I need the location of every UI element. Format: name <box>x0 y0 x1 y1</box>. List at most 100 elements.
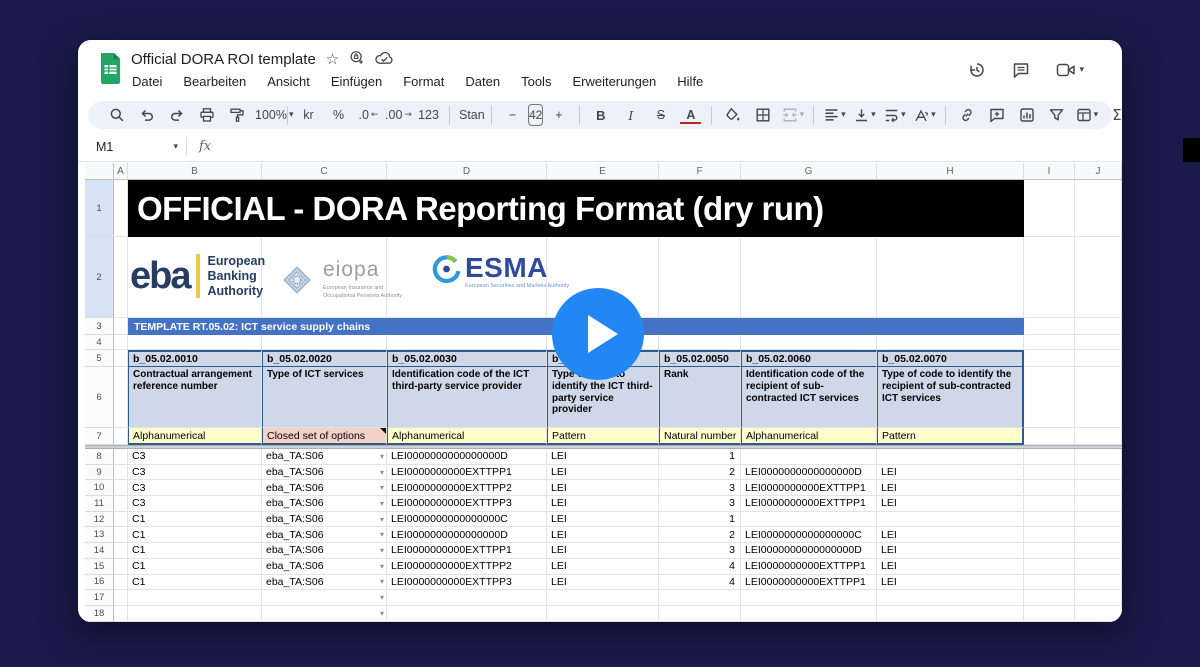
cell-A11[interactable] <box>114 496 128 512</box>
star-icon[interactable]: ☆ <box>326 52 339 67</box>
insert-link-button[interactable] <box>952 103 981 127</box>
text-color-button[interactable]: A <box>676 103 705 127</box>
row-header-7[interactable]: 7 <box>85 428 114 445</box>
cell-F7[interactable]: Natural number <box>659 428 741 445</box>
cell-J6[interactable] <box>1075 367 1122 428</box>
vertical-align-button[interactable]: ▾ <box>850 103 879 127</box>
cell-B5[interactable]: b_05.02.0010 <box>128 350 262 367</box>
cell-G17[interactable] <box>741 590 877 606</box>
cell-I18[interactable] <box>1024 606 1075 622</box>
cell-A12[interactable] <box>114 512 128 528</box>
cell-B15[interactable]: C1 <box>128 559 262 575</box>
cell-F11[interactable]: 3 <box>659 496 741 512</box>
cell-B12[interactable]: C1 <box>128 512 262 528</box>
cell-H11[interactable]: LEI <box>877 496 1024 512</box>
cell-E10[interactable]: LEI <box>547 480 659 496</box>
cell-J14[interactable] <box>1075 543 1122 559</box>
cell-G10[interactable]: LEI0000000000EXTTPP1 <box>741 480 877 496</box>
cell-I14[interactable] <box>1024 543 1075 559</box>
column-header-D[interactable]: D <box>387 163 547 180</box>
cell-B7[interactable]: Alphanumerical <box>128 428 262 445</box>
cell-J5[interactable] <box>1075 350 1122 367</box>
cell-C4[interactable] <box>262 335 387 350</box>
column-header-I[interactable]: I <box>1024 163 1075 180</box>
cell-I16[interactable] <box>1024 575 1075 591</box>
cell-F17[interactable] <box>659 590 741 606</box>
cell-D9[interactable]: LEI0000000000EXTTPP1 <box>387 465 547 481</box>
cell-J10[interactable] <box>1075 480 1122 496</box>
cell-H10[interactable]: LEI <box>877 480 1024 496</box>
table-views-button[interactable]: ▾ <box>1072 103 1101 127</box>
cell-C18[interactable]: ▾ <box>262 606 387 622</box>
cell-B8[interactable]: C3 <box>128 449 262 465</box>
cell-E17[interactable] <box>547 590 659 606</box>
row-header-12[interactable]: 12 <box>85 512 114 528</box>
cell-E14[interactable]: LEI <box>547 543 659 559</box>
cell-J13[interactable] <box>1075 527 1122 543</box>
row-header-8[interactable]: 8 <box>85 449 114 465</box>
cell-G2[interactable] <box>741 237 877 318</box>
cell-F6[interactable]: Rank <box>659 367 741 428</box>
font-family-select[interactable]: Stand...▾ <box>456 103 485 127</box>
cell-G7[interactable]: Alphanumerical <box>741 428 877 445</box>
document-title[interactable]: Official DORA ROI template <box>131 51 316 68</box>
cell-J15[interactable] <box>1075 559 1122 575</box>
cell-H17[interactable] <box>877 590 1024 606</box>
title-banner-cell[interactable]: OFFICIAL - DORA Reporting Format (dry ru… <box>128 180 1024 237</box>
cell-H12[interactable] <box>877 512 1024 528</box>
cell-E9[interactable]: LEI <box>547 465 659 481</box>
row-header-18[interactable]: 18 <box>85 606 114 622</box>
cell-D13[interactable]: LEI0000000000000000D <box>387 527 547 543</box>
cell-H5[interactable]: b_05.02.0070 <box>877 350 1024 367</box>
cell-H14[interactable]: LEI <box>877 543 1024 559</box>
cell-H9[interactable]: LEI <box>877 465 1024 481</box>
cell-J11[interactable] <box>1075 496 1122 512</box>
approval-badge-icon[interactable] <box>349 50 365 69</box>
cell-D5[interactable]: b_05.02.0030 <box>387 350 547 367</box>
insert-chart-button[interactable] <box>1012 103 1041 127</box>
column-header-B[interactable]: B <box>128 163 262 180</box>
cell-B17[interactable] <box>128 590 262 606</box>
cell-E13[interactable]: LEI <box>547 527 659 543</box>
cell-F12[interactable]: 1 <box>659 512 741 528</box>
cell-J9[interactable] <box>1075 465 1122 481</box>
meet-video-button[interactable]: ▾ <box>1056 62 1084 78</box>
cell-A9[interactable] <box>114 465 128 481</box>
search-button[interactable] <box>102 103 131 127</box>
menu-einfuegen[interactable]: Einfügen <box>330 74 383 89</box>
menu-ansicht[interactable]: Ansicht <box>266 74 311 89</box>
cell-J2[interactable] <box>1075 237 1122 318</box>
cell-C13[interactable]: eba_TA:S06▾ <box>262 527 387 543</box>
row-header-11[interactable]: 11 <box>85 496 114 512</box>
cell-J18[interactable] <box>1075 606 1122 622</box>
cell-I15[interactable] <box>1024 559 1075 575</box>
cell-G9[interactable]: LEI0000000000000000D <box>741 465 877 481</box>
cell-G11[interactable]: LEI0000000000EXTTPP1 <box>741 496 877 512</box>
percent-format-button[interactable]: % <box>324 103 353 127</box>
cell-A17[interactable] <box>114 590 128 606</box>
cell-F10[interactable]: 3 <box>659 480 741 496</box>
cell-A3[interactable] <box>114 318 128 335</box>
row-header-10[interactable]: 10 <box>85 480 114 496</box>
cell-F5[interactable]: b_05.02.0050 <box>659 350 741 367</box>
cell-B14[interactable]: C1 <box>128 543 262 559</box>
cell-G12[interactable] <box>741 512 877 528</box>
select-all-corner[interactable] <box>85 163 114 180</box>
cell-F4[interactable] <box>659 335 741 350</box>
cell-D11[interactable]: LEI0000000000EXTTPP3 <box>387 496 547 512</box>
row-header-2[interactable]: 2 <box>85 237 114 318</box>
insert-comment-button[interactable] <box>982 103 1011 127</box>
cell-A8[interactable] <box>114 449 128 465</box>
cell-C5[interactable]: b_05.02.0020 <box>262 350 387 367</box>
cell-G18[interactable] <box>741 606 877 622</box>
cell-F8[interactable]: 1 <box>659 449 741 465</box>
cell-C14[interactable]: eba_TA:S06▾ <box>262 543 387 559</box>
cell-D18[interactable] <box>387 606 547 622</box>
italic-button[interactable]: I <box>616 103 645 127</box>
video-play-button[interactable] <box>552 288 644 380</box>
cell-J17[interactable] <box>1075 590 1122 606</box>
version-history-button[interactable] <box>968 61 986 79</box>
cell-A1[interactable] <box>114 180 128 237</box>
column-header-C[interactable]: C <box>262 163 387 180</box>
cell-A5[interactable] <box>114 350 128 367</box>
